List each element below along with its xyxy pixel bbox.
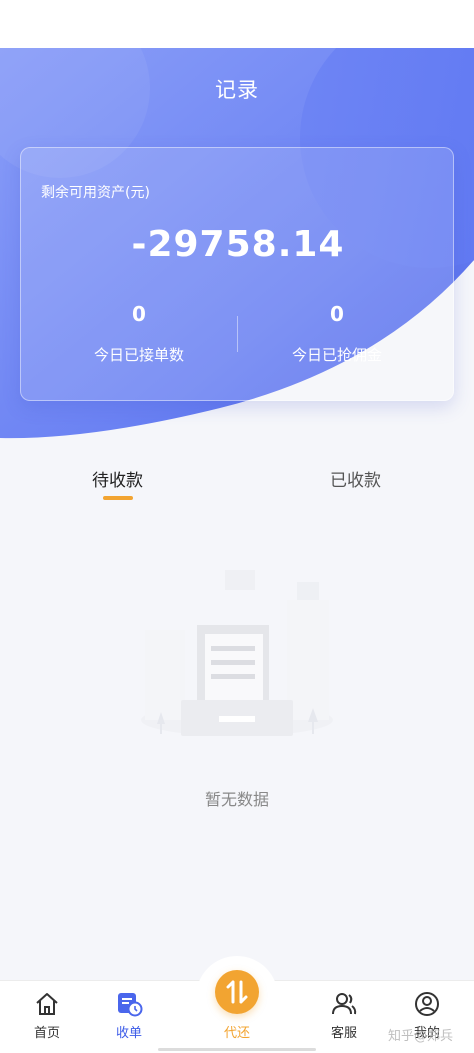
customer-service-icon [332,993,357,1015]
tab-home-label: 首页 [33,1026,60,1041]
tab-service-label: 客服 [330,1026,357,1041]
stat-commission-value: 0 [330,302,344,326]
stat-orders-value: 0 [132,302,146,326]
record-tabs: 待收款 已收款 [0,466,474,506]
stat-commission-label: 今日已抢佣金 [291,346,382,364]
stat-orders-today: 0 今日已接单数 [39,302,239,365]
active-tab-indicator [103,496,133,500]
status-bar-area [0,0,474,48]
empty-state-text: 暂无数据 [204,790,269,809]
watermark: 知乎@郑兵 [388,1029,454,1044]
tab-orders[interactable]: 收单 [94,990,164,1041]
tab-pending[interactable]: 待收款 [92,466,143,491]
asset-label: 剩余可用资产(元) [41,185,150,201]
tab-orders-label: 收单 [115,1026,142,1041]
tab-received[interactable]: 已收款 [330,466,381,491]
asset-card: 剩余可用资产(元) -29758.14 0 今日已接单数 0 今日已抢佣金 [20,147,454,401]
home-indicator [158,1048,316,1051]
swap-arrows-icon [226,980,248,1004]
asset-value: -29758.14 [131,224,345,265]
tab-customer-service[interactable]: 客服 [309,990,379,1041]
empty-document-icon [141,570,333,736]
home-icon [36,993,58,1015]
repay-button[interactable] [215,970,259,1014]
orders-clock-icon [118,993,143,1017]
user-icon [415,992,439,1016]
stat-commission-today: 0 今日已抢佣金 [237,302,437,365]
tab-home[interactable]: 首页 [12,990,82,1041]
repay-label: 代还 [223,1026,250,1041]
stat-orders-label: 今日已接单数 [93,346,184,364]
page-title: 记录 [215,78,259,102]
